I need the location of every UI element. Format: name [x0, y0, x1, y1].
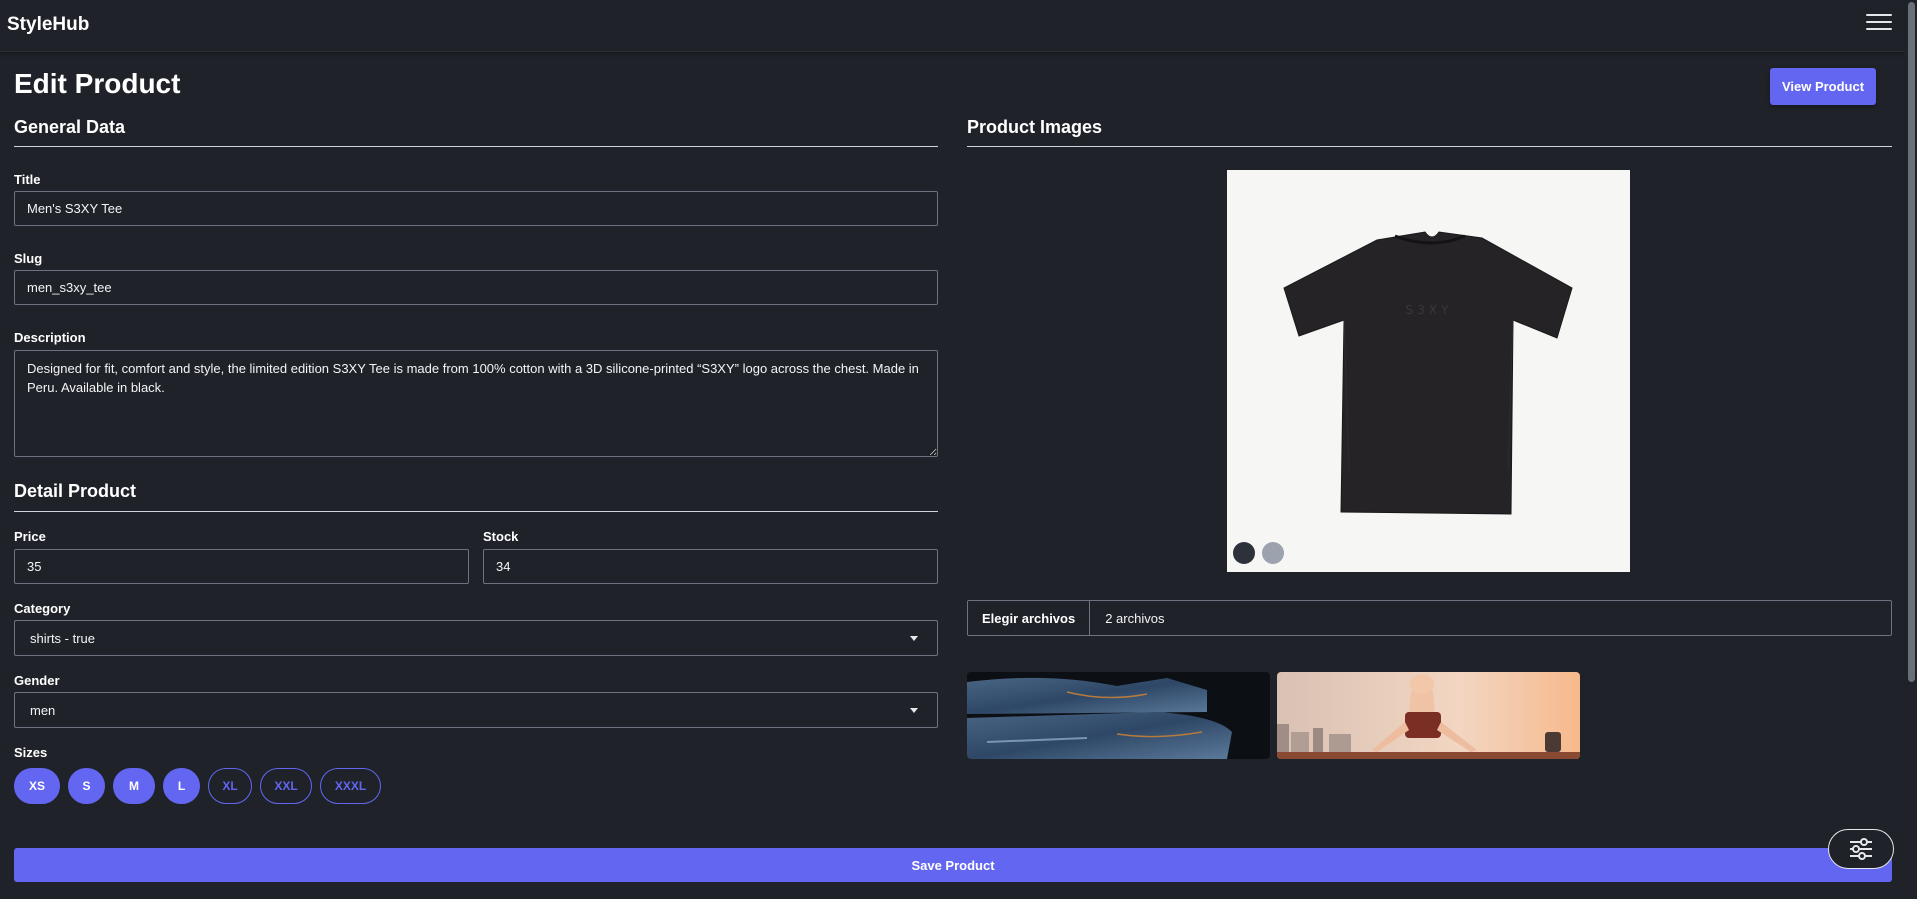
- filter-settings-button[interactable]: [1828, 829, 1894, 869]
- size-xl-button[interactable]: XL: [208, 768, 252, 804]
- tshirt-image: S3XY: [1283, 231, 1573, 515]
- title-label: Title: [14, 172, 41, 187]
- jeans-image: [967, 672, 1270, 759]
- category-label: Category: [14, 601, 71, 616]
- chevron-down-icon: [910, 707, 918, 713]
- stock-input[interactable]: [483, 549, 938, 584]
- title-input[interactable]: [14, 191, 938, 226]
- hamburger-menu-icon[interactable]: [1866, 14, 1892, 34]
- gender-label: Gender: [14, 673, 60, 688]
- page-title: Edit Product: [14, 68, 181, 99]
- description-textarea[interactable]: Designed for fit, comfort and style, the…: [14, 350, 938, 457]
- detail-product-heading: Detail Product: [14, 481, 137, 501]
- category-selected-value: shirts - true: [30, 630, 96, 646]
- carousel-dot-1[interactable]: [1233, 542, 1255, 564]
- save-product-button[interactable]: Save Product: [14, 848, 1892, 882]
- slug-label: Slug: [14, 251, 43, 266]
- top-navbar: StyleHub: [0, 0, 1905, 52]
- size-xs-button[interactable]: XS: [14, 768, 60, 804]
- size-l-button[interactable]: L: [163, 768, 200, 804]
- price-input[interactable]: [14, 549, 469, 584]
- description-label: Description: [14, 330, 86, 345]
- product-image-carousel[interactable]: S3XY: [1227, 170, 1630, 572]
- size-xxl-button[interactable]: XXL: [260, 768, 312, 804]
- general-data-divider: [14, 146, 938, 147]
- slug-input[interactable]: [14, 270, 938, 305]
- choose-files-button[interactable]: Elegir archivos: [968, 601, 1091, 635]
- scrollbar-thumb[interactable]: [1908, 2, 1915, 682]
- detail-product-divider: [14, 511, 938, 512]
- gender-select[interactable]: men: [14, 692, 938, 728]
- product-images-heading: Product Images: [967, 117, 1103, 137]
- stock-label: Stock: [483, 529, 519, 544]
- size-xxxl-button[interactable]: XXXL: [320, 768, 381, 804]
- tshirt-print-text: S3XY: [1406, 303, 1453, 317]
- carousel-dot-2[interactable]: [1262, 542, 1284, 564]
- uploaded-image-thumbnail-2[interactable]: [1277, 672, 1580, 759]
- category-select[interactable]: shirts - true: [14, 620, 938, 656]
- general-data-heading: General Data: [14, 117, 126, 137]
- size-s-button[interactable]: S: [68, 768, 105, 804]
- sizes-label: Sizes: [14, 745, 48, 760]
- page-scrollbar[interactable]: [1905, 0, 1917, 899]
- uploaded-image-thumbnail-1[interactable]: [967, 672, 1270, 759]
- price-label: Price: [14, 529, 46, 544]
- gender-selected-value: men: [30, 702, 56, 718]
- file-upload-input[interactable]: Elegir archivos 2 archivos: [967, 600, 1892, 636]
- size-m-button[interactable]: M: [113, 768, 155, 804]
- sizes-group: XS S M L XL XXL XXXL: [14, 768, 381, 804]
- sliders-icon: [1850, 838, 1872, 860]
- yoga-woman-image: [1277, 672, 1580, 759]
- chevron-down-icon: [910, 635, 918, 641]
- product-images-divider: [967, 146, 1892, 147]
- view-product-button[interactable]: View Product: [1770, 68, 1876, 105]
- brand-logo[interactable]: StyleHub: [7, 14, 89, 36]
- file-count-text: 2 archivos: [1105, 610, 1165, 626]
